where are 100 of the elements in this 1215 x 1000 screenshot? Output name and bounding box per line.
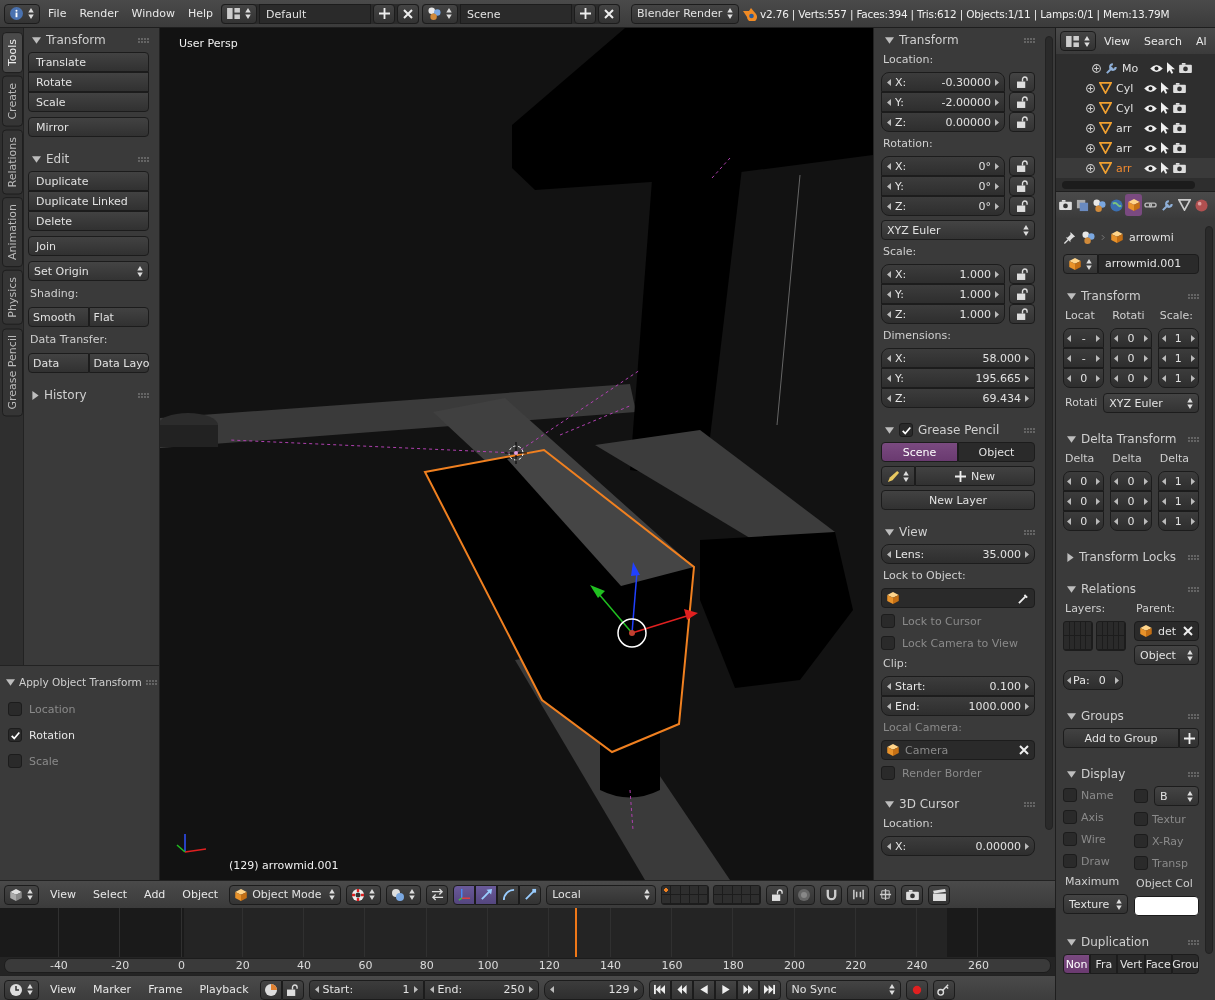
checkbox[interactable] — [1063, 788, 1077, 802]
right-arrow-icon[interactable] — [1096, 477, 1101, 485]
push-button[interactable]: New Layer — [881, 490, 1035, 510]
checkbox[interactable] — [1063, 854, 1077, 868]
disclosure-triangle-icon[interactable] — [32, 390, 39, 400]
number-field[interactable]: 0 — [1063, 471, 1105, 491]
tool-button[interactable]: Duplicate Linked — [28, 191, 149, 211]
dropdown[interactable]: Object — [1134, 645, 1199, 665]
add-button[interactable] — [574, 3, 597, 24]
outliner-item[interactable]: arr — [1056, 158, 1215, 178]
scrollbar-thumb[interactable] — [1205, 226, 1213, 954]
right-arrow-icon[interactable] — [995, 118, 999, 126]
pivot-dropdown[interactable] — [386, 884, 422, 905]
number-field[interactable]: End: 250 — [423, 979, 539, 1000]
panel-title[interactable]: Groups — [1081, 709, 1183, 723]
left-arrow-icon[interactable] — [887, 78, 891, 86]
playback-button[interactable] — [714, 979, 737, 1000]
camera-icon[interactable] — [1173, 123, 1186, 133]
browse-button[interactable] — [221, 3, 258, 24]
menu-item[interactable]: File — [43, 7, 72, 20]
number-field[interactable]: X: 58.000 — [881, 348, 1035, 368]
number-field[interactable]: Z: 0° — [881, 196, 1005, 216]
disclosure-triangle-icon[interactable] — [32, 155, 41, 163]
panel-title[interactable]: Transform — [899, 33, 1019, 47]
camera-icon[interactable] — [1173, 83, 1186, 93]
outliner-item[interactable]: Mo — [1056, 58, 1215, 78]
playhead-line[interactable] — [574, 908, 577, 957]
toggle-tab[interactable]: Object — [958, 442, 1035, 462]
left-arrow-icon[interactable] — [1114, 334, 1119, 342]
eye-icon[interactable] — [1144, 103, 1157, 113]
drag-handle-icon[interactable] — [1024, 37, 1035, 43]
number-field[interactable]: Pa: 0 — [1063, 670, 1123, 690]
expand-icon[interactable] — [1086, 103, 1095, 113]
panel-title[interactable]: Grease Pencil — [918, 423, 1019, 437]
mode-dropdown[interactable]: Object Mode — [229, 884, 342, 905]
drag-handle-icon[interactable] — [138, 37, 149, 43]
right-arrow-icon[interactable] — [995, 78, 999, 86]
scene-name-field[interactable]: Scene — [460, 3, 573, 24]
left-arrow-icon[interactable] — [887, 310, 891, 318]
push-button[interactable]: Add to Group — [1063, 728, 1179, 748]
left-arrow-icon[interactable] — [1067, 354, 1071, 362]
tool-button[interactable]: Delete — [28, 211, 149, 231]
outliner-item[interactable]: arr — [1056, 138, 1215, 158]
toggle-tab[interactable]: Grou — [1171, 954, 1199, 974]
number-field[interactable]: Y: -2.00000 — [881, 92, 1005, 112]
left-arrow-icon[interactable] — [1161, 497, 1166, 505]
disclosure-triangle-icon[interactable] — [885, 426, 894, 434]
menu-item[interactable]: Marker — [87, 983, 138, 996]
drag-handle-icon[interactable] — [1188, 586, 1199, 592]
number-field[interactable]: - — [1063, 348, 1105, 368]
right-arrow-icon[interactable] — [1096, 517, 1101, 525]
number-field[interactable]: X: 1.000 — [881, 264, 1005, 284]
drag-handle-icon[interactable] — [1188, 939, 1199, 945]
left-arrow-icon[interactable] — [887, 702, 891, 710]
right-arrow-icon[interactable] — [995, 202, 999, 210]
left-arrow-icon[interactable] — [887, 290, 891, 298]
checkbox[interactable] — [1134, 834, 1148, 848]
right-arrow-icon[interactable] — [1096, 354, 1101, 362]
pointer-icon[interactable] — [1161, 162, 1169, 174]
right-arrow-icon[interactable] — [1191, 374, 1195, 382]
left-arrow-icon[interactable] — [1161, 517, 1166, 525]
number-field[interactable]: 1 — [1157, 368, 1199, 388]
right-arrow-icon[interactable] — [1191, 354, 1195, 362]
panel-title[interactable]: Relations — [1081, 582, 1183, 596]
color-swatch[interactable] — [1134, 896, 1199, 916]
left-arrow-icon[interactable] — [314, 986, 319, 993]
disclosure-triangle-icon[interactable] — [885, 528, 894, 536]
editor-type-button[interactable] — [1060, 31, 1096, 51]
lock-button[interactable] — [281, 979, 304, 1000]
left-arrow-icon[interactable] — [887, 202, 891, 210]
disclosure-triangle-icon[interactable] — [1067, 292, 1076, 300]
left-arrow-icon[interactable] — [1067, 517, 1071, 525]
checkbox[interactable] — [899, 423, 913, 437]
left-arrow-icon[interactable] — [887, 270, 891, 278]
dropdown[interactable]: Texture — [1063, 894, 1128, 914]
disclosure-triangle-icon[interactable] — [885, 800, 894, 808]
browse-button[interactable] — [1063, 254, 1098, 274]
tool-button[interactable]: Mirror — [28, 117, 149, 137]
right-arrow-icon[interactable] — [995, 98, 999, 106]
keying-button[interactable] — [259, 979, 282, 1000]
number-field[interactable]: Z: 0.00000 — [881, 112, 1005, 132]
lock-button[interactable] — [1009, 176, 1035, 196]
disclosure-triangle-icon[interactable] — [885, 36, 894, 44]
number-field[interactable]: 1 — [1157, 348, 1199, 368]
number-field[interactable]: 1 — [1157, 328, 1199, 348]
right-arrow-icon[interactable] — [1025, 682, 1029, 690]
toolbar-button[interactable] — [928, 884, 951, 905]
number-field[interactable]: Z: 69.434 — [881, 388, 1035, 408]
menu-item[interactable]: Render — [74, 7, 124, 20]
right-arrow-icon[interactable] — [995, 182, 999, 190]
checkbox[interactable] — [8, 702, 22, 716]
pointer-icon[interactable] — [1161, 122, 1169, 134]
right-arrow-icon[interactable] — [1096, 374, 1101, 382]
camera-icon[interactable] — [1173, 103, 1186, 113]
camera-icon[interactable] — [1179, 63, 1192, 73]
right-arrow-icon[interactable] — [995, 162, 999, 170]
toggle-tab[interactable]: Non — [1063, 954, 1091, 974]
new-button[interactable]: New — [915, 466, 1035, 486]
manipulator-button[interactable] — [475, 884, 498, 905]
drag-handle-icon[interactable] — [1188, 436, 1199, 442]
